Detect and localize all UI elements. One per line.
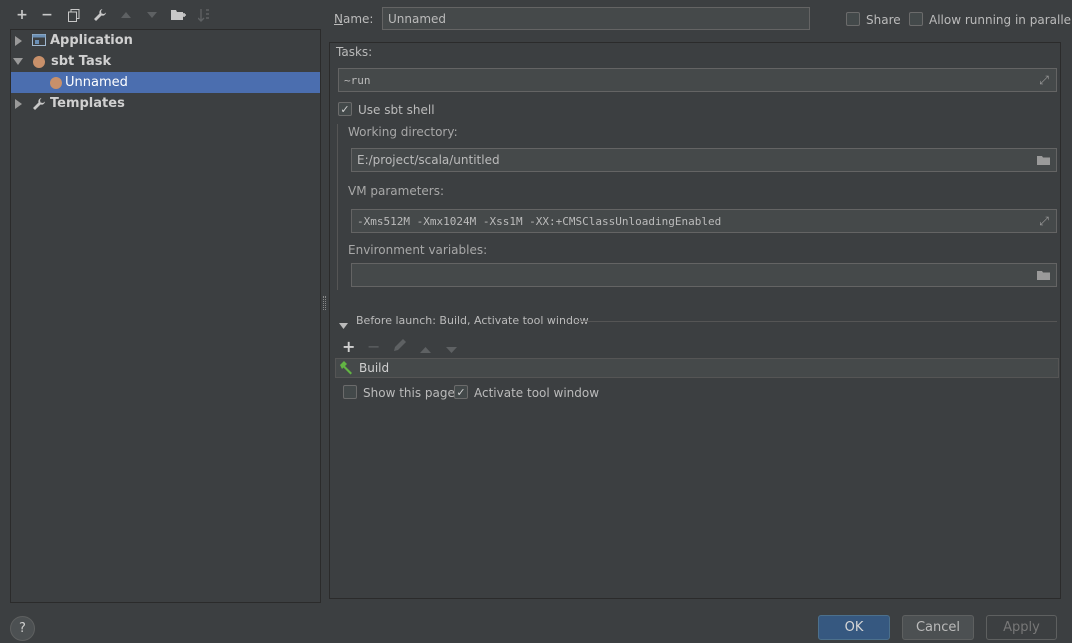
- show-this-page-checkbox[interactable]: [343, 385, 357, 399]
- remove-task-icon[interactable]: −: [367, 337, 380, 356]
- name-label: Name:: [334, 12, 374, 26]
- vm-parameters-label: VM parameters:: [348, 184, 445, 198]
- add-task-icon[interactable]: +: [342, 337, 355, 356]
- environment-variables-input[interactable]: [351, 263, 1057, 287]
- name-input[interactable]: Unnamed: [382, 7, 810, 30]
- application-icon: [32, 34, 46, 47]
- remove-icon[interactable]: −: [38, 6, 56, 24]
- before-launch-divider: [576, 321, 1057, 322]
- working-directory-label: Working directory:: [348, 125, 458, 139]
- help-icon: ?: [19, 621, 26, 636]
- name-value: Unnamed: [388, 11, 447, 26]
- allow-parallel-label: Allow running in parallel: [929, 13, 1072, 27]
- build-task-label[interactable]: Build: [359, 361, 389, 375]
- before-launch-collapse-icon[interactable]: [339, 318, 348, 332]
- working-directory-input[interactable]: E:/project/scala/untitled: [351, 148, 1057, 172]
- folder-icon[interactable]: [1037, 268, 1051, 282]
- share-checkbox[interactable]: [846, 12, 860, 26]
- expand-icon[interactable]: ⤢: [1037, 73, 1051, 87]
- tasks-value: ~run: [344, 73, 371, 87]
- move-task-up-icon[interactable]: [420, 342, 431, 356]
- group-indent-line: [337, 124, 338, 290]
- move-up-icon[interactable]: [117, 6, 135, 24]
- tree-item-templates[interactable]: Templates: [11, 93, 320, 114]
- working-directory-value: E:/project/scala/untitled: [357, 153, 500, 167]
- sbt-icon: [33, 55, 45, 68]
- tree-item-label: Application: [50, 33, 133, 48]
- vm-parameters-input[interactable]: -Xms512M -Xmx1024M -Xss1M -XX:+CMSClassU…: [351, 209, 1057, 233]
- sbt-icon: [50, 76, 62, 89]
- activate-tool-window-checkbox[interactable]: ✓: [454, 385, 468, 399]
- splitter-handle[interactable]: [323, 296, 326, 310]
- show-this-page-label: Show this page: [363, 386, 455, 400]
- apply-button[interactable]: Apply: [986, 615, 1057, 640]
- tasks-label: Tasks:: [336, 45, 373, 59]
- expand-arrow-icon[interactable]: [15, 35, 22, 46]
- build-hammer-icon: [339, 361, 353, 375]
- use-sbt-shell-label: Use sbt shell: [358, 103, 435, 117]
- before-launch-title[interactable]: Before launch: Build, Activate tool wind…: [356, 314, 589, 327]
- move-down-icon[interactable]: [143, 6, 161, 24]
- tree-item-application[interactable]: Application: [11, 30, 320, 51]
- share-label: Share: [866, 13, 901, 27]
- configuration-tree[interactable]: Application sbt Task Unnamed Templates: [10, 29, 321, 603]
- folder-icon[interactable]: [1037, 153, 1051, 167]
- allow-parallel-checkbox[interactable]: [909, 12, 923, 26]
- help-button[interactable]: ?: [10, 616, 35, 641]
- expand-arrow-icon[interactable]: [15, 98, 22, 109]
- use-sbt-shell-checkbox[interactable]: ✓: [338, 102, 352, 116]
- vm-parameters-value: -Xms512M -Xmx1024M -Xss1M -XX:+CMSClassU…: [357, 214, 722, 228]
- copy-icon[interactable]: [65, 6, 83, 24]
- tree-item-label: Templates: [50, 96, 125, 111]
- tree-item-label: sbt Task: [51, 54, 112, 69]
- new-folder-icon[interactable]: [169, 6, 187, 24]
- cancel-button[interactable]: Cancel: [902, 615, 974, 640]
- expand-icon[interactable]: ⤢: [1037, 214, 1051, 228]
- collapse-arrow-icon[interactable]: [13, 58, 23, 65]
- tree-item-label: Unnamed: [65, 75, 128, 90]
- move-task-down-icon[interactable]: [446, 342, 457, 356]
- add-icon[interactable]: +: [13, 6, 31, 24]
- tree-item-sbt-task[interactable]: sbt Task: [11, 51, 320, 72]
- wrench-icon: [32, 97, 46, 111]
- activate-tool-window-label: Activate tool window: [474, 386, 600, 400]
- tasks-input[interactable]: ~run ⤢: [338, 68, 1057, 92]
- sort-icon[interactable]: [195, 6, 213, 24]
- environment-variables-label: Environment variables:: [348, 243, 488, 257]
- ok-button[interactable]: OK: [818, 615, 890, 640]
- before-launch-list[interactable]: Build: [335, 358, 1059, 378]
- edit-task-icon[interactable]: [393, 338, 407, 355]
- wrench-icon[interactable]: [91, 6, 109, 24]
- tree-item-unnamed[interactable]: Unnamed: [11, 72, 320, 93]
